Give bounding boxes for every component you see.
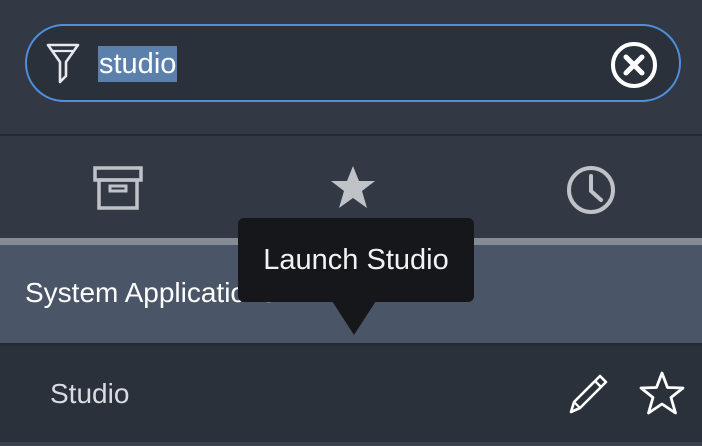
pencil-icon[interactable] bbox=[566, 372, 610, 416]
app-label[interactable]: Studio bbox=[50, 376, 129, 412]
star-outline-icon[interactable] bbox=[638, 370, 686, 418]
tab-recent[interactable] bbox=[468, 136, 702, 238]
filter-input[interactable]: studio bbox=[25, 24, 681, 102]
archive-box-icon bbox=[93, 166, 143, 210]
filter-area: studio bbox=[0, 0, 702, 134]
clock-icon bbox=[567, 166, 615, 214]
app-list-item-studio[interactable]: Studio bbox=[0, 346, 702, 442]
tab-all-apps[interactable] bbox=[0, 136, 234, 238]
app-launcher-panel: studio System Applications Studio Launch… bbox=[0, 0, 702, 446]
star-filled-icon bbox=[331, 166, 375, 208]
divider bbox=[0, 442, 702, 446]
clear-circle-x-icon[interactable] bbox=[609, 40, 659, 90]
funnel-icon bbox=[46, 43, 80, 84]
filter-value[interactable]: studio bbox=[98, 46, 178, 82]
tooltip: Launch Studio bbox=[238, 218, 474, 302]
tooltip-text: Launch Studio bbox=[263, 244, 449, 276]
tooltip-arrow bbox=[332, 301, 376, 335]
